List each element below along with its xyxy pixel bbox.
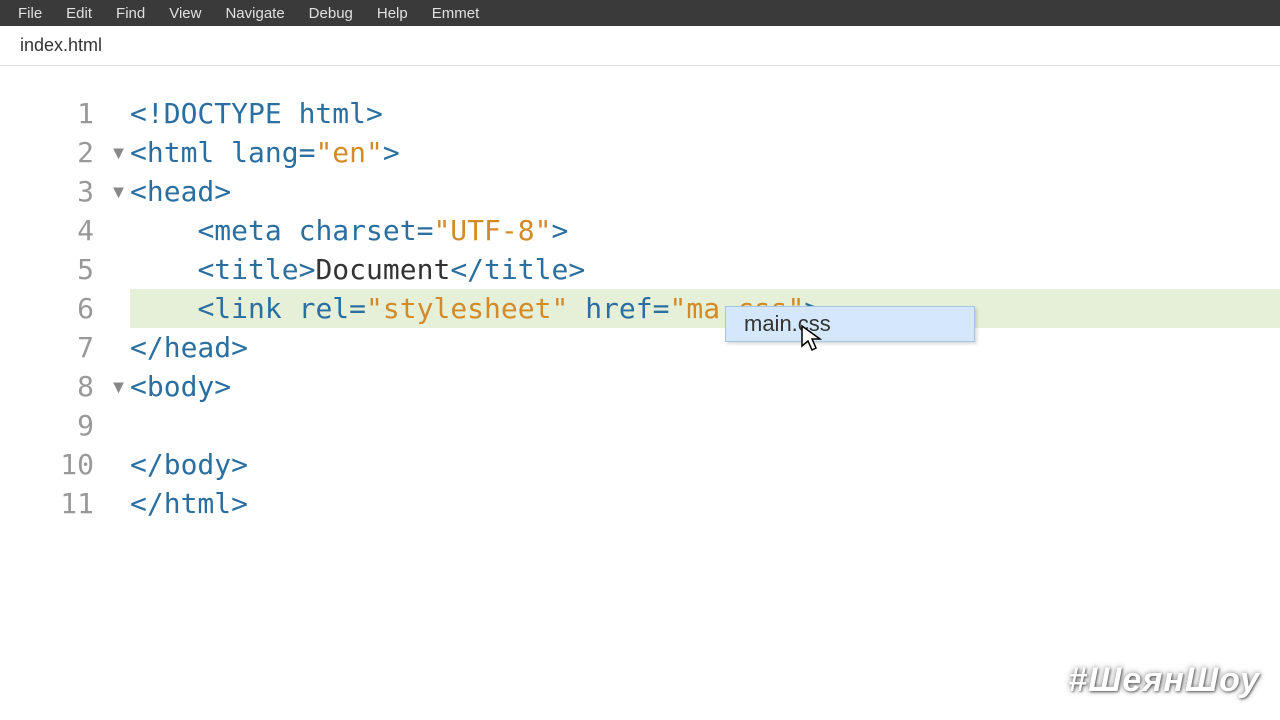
autocomplete-item[interactable]: main.css (726, 307, 974, 341)
code-token: <html (130, 133, 231, 172)
line-number: 9 (0, 406, 130, 445)
code-token: > (383, 133, 400, 172)
line-number: 6 (0, 289, 130, 328)
code-token: </head> (130, 328, 248, 367)
code-token: href= (585, 289, 669, 328)
code-token: charset= (299, 211, 434, 250)
code-line[interactable]: <!DOCTYPE html> (130, 94, 1280, 133)
autocomplete-popup[interactable]: main.css (725, 306, 975, 342)
code-token: </body> (130, 445, 248, 484)
fold-toggle-icon[interactable]: ▼ (113, 181, 124, 202)
line-number: 5 (0, 250, 130, 289)
menu-edit[interactable]: Edit (54, 2, 104, 25)
code-line[interactable]: </head> (130, 328, 1280, 367)
line-number: 11 (0, 484, 130, 523)
line-number: 2▼ (0, 133, 130, 172)
menu-navigate[interactable]: Navigate (213, 2, 296, 25)
code-line[interactable]: <title>Document</title> (130, 250, 1280, 289)
code-token: </title> (450, 250, 585, 289)
code-area[interactable]: <!DOCTYPE html><html lang="en"><head> <m… (130, 66, 1280, 720)
menu-emmet[interactable]: Emmet (420, 2, 492, 25)
line-number: 1 (0, 94, 130, 133)
code-line[interactable]: <head> (130, 172, 1280, 211)
code-token: "en" (315, 133, 382, 172)
line-number: 4 (0, 211, 130, 250)
code-line[interactable]: <html lang="en"> (130, 133, 1280, 172)
menubar: File Edit Find View Navigate Debug Help … (0, 0, 1280, 26)
menu-help[interactable]: Help (365, 2, 420, 25)
tab-active-file[interactable]: index.html (10, 29, 112, 62)
editor[interactable]: 12▼3▼45678▼91011 <!DOCTYPE html><html la… (0, 66, 1280, 720)
code-token: Document (315, 250, 450, 289)
watermark: #ШеянШоу (1068, 661, 1260, 700)
code-token: </html> (130, 484, 248, 523)
code-token: <head> (130, 172, 231, 211)
code-line[interactable]: </body> (130, 445, 1280, 484)
code-token (568, 289, 585, 328)
tabbar: index.html (0, 26, 1280, 66)
line-number: 8▼ (0, 367, 130, 406)
fold-toggle-icon[interactable]: ▼ (113, 376, 124, 397)
code-line[interactable]: <body> (130, 367, 1280, 406)
code-token: > (551, 211, 568, 250)
code-line[interactable]: <link rel="stylesheet" href="ma.css"> (130, 289, 1280, 328)
line-number: 7 (0, 328, 130, 367)
code-token: <!DOCTYPE html> (130, 94, 383, 133)
code-token: lang= (231, 133, 315, 172)
code-token: <body> (130, 367, 231, 406)
menu-debug[interactable]: Debug (297, 2, 365, 25)
code-line[interactable]: <meta charset="UTF-8"> (130, 211, 1280, 250)
code-token: <title> (197, 250, 315, 289)
code-line[interactable] (130, 406, 1280, 445)
fold-toggle-icon[interactable]: ▼ (113, 142, 124, 163)
code-token: <meta (197, 211, 298, 250)
menu-view[interactable]: View (157, 2, 213, 25)
menu-find[interactable]: Find (104, 2, 157, 25)
code-token: "stylesheet" (366, 289, 568, 328)
gutter: 12▼3▼45678▼91011 (0, 66, 130, 720)
line-number: 3▼ (0, 172, 130, 211)
line-number: 10 (0, 445, 130, 484)
code-token: <link (197, 289, 298, 328)
code-token: "UTF-8" (433, 211, 551, 250)
code-token: rel= (299, 289, 366, 328)
menu-file[interactable]: File (6, 2, 54, 25)
code-line[interactable]: </html> (130, 484, 1280, 523)
